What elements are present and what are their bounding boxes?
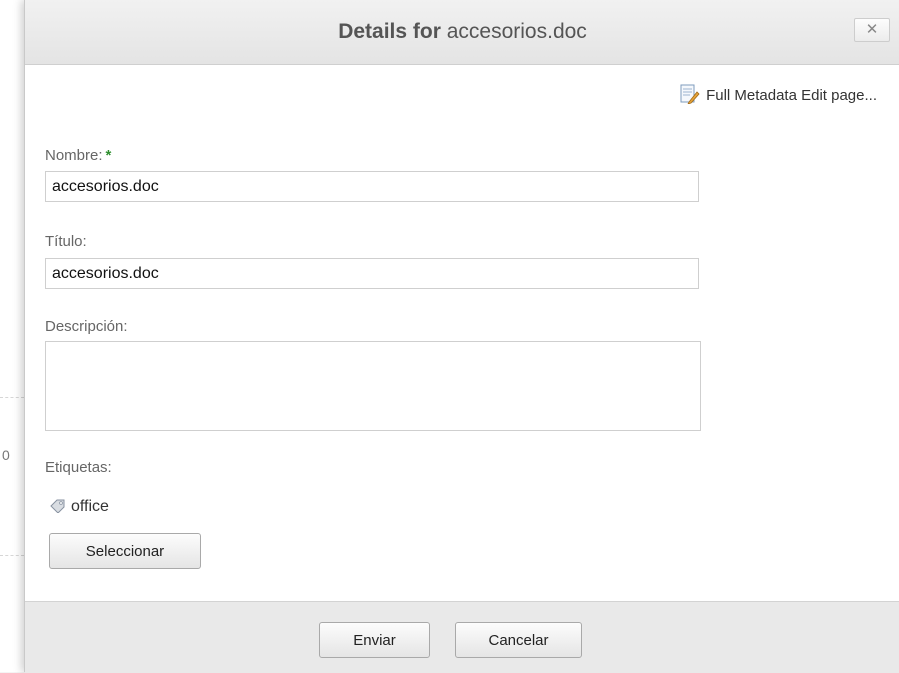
full-metadata-edit-label: Full Metadata Edit page... <box>706 86 877 104</box>
cancel-button[interactable]: Cancelar <box>455 622 582 658</box>
name-label: Nombre: * <box>45 147 111 164</box>
select-tags-button[interactable]: Seleccionar <box>49 533 201 569</box>
title-input[interactable] <box>45 258 699 289</box>
dialog-header: Details for accesorios.doc ✕ <box>25 0 899 65</box>
required-marker: * <box>105 147 112 164</box>
tag-item[interactable]: office <box>49 497 109 518</box>
background-text-fragment: 0 <box>2 447 10 463</box>
full-metadata-edit-link[interactable]: Full Metadata Edit page... <box>678 84 877 108</box>
name-input[interactable] <box>45 171 699 202</box>
background-divider <box>0 555 24 556</box>
description-label: Descripción: <box>45 318 128 335</box>
submit-button[interactable]: Enviar <box>319 622 430 658</box>
close-button[interactable]: ✕ <box>854 18 890 42</box>
details-dialog: Details for accesorios.doc ✕ Full Metada… <box>24 0 899 673</box>
tags-label: Etiquetas: <box>45 459 112 476</box>
close-icon: ✕ <box>865 21 879 38</box>
dialog-title-prefix: Details for <box>338 20 441 43</box>
dialog-title: Details for accesorios.doc <box>338 20 587 44</box>
tag-label: office <box>71 498 109 515</box>
background-divider <box>0 397 24 398</box>
tag-icon <box>49 497 67 518</box>
name-label-text: Nombre: <box>45 147 103 164</box>
description-textarea[interactable] <box>45 341 701 431</box>
document-edit-icon <box>678 84 700 108</box>
dialog-footer: Enviar Cancelar <box>25 601 899 673</box>
dialog-title-filename: accesorios.doc <box>446 20 587 43</box>
title-label: Título: <box>45 233 87 250</box>
